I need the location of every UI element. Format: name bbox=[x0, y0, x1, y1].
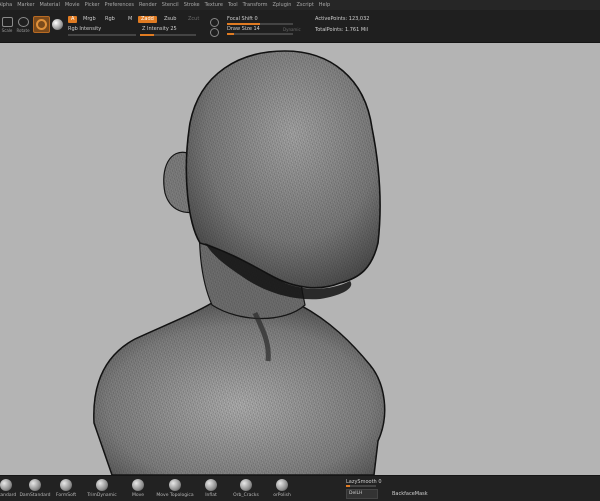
zcut-toggle[interactable]: Zcut bbox=[185, 16, 202, 23]
menu-marker[interactable]: Marker bbox=[17, 2, 34, 8]
draw-size-icon[interactable] bbox=[210, 28, 219, 37]
brush-orpolish[interactable]: orPolish bbox=[262, 476, 302, 501]
menu-picker[interactable]: Picker bbox=[85, 2, 100, 8]
backface-mask-toggle[interactable]: BackfaceMask bbox=[392, 491, 428, 497]
mrgb-toggle[interactable]: Mrgb bbox=[80, 16, 99, 23]
brush-label: FormSoft bbox=[55, 493, 77, 498]
menu-zscript[interactable]: Zscript bbox=[296, 2, 313, 8]
brush-formsoft[interactable]: FormSoft bbox=[46, 476, 86, 501]
menu-texture[interactable]: Texture bbox=[205, 2, 223, 8]
menu-help[interactable]: Help bbox=[319, 2, 330, 8]
del-hidden-button[interactable]: DelLH bbox=[346, 489, 378, 499]
brush-trimdynamic[interactable]: TrimDynamic bbox=[82, 476, 122, 501]
focal-shift-fill bbox=[227, 23, 260, 25]
brush-sphere-icon bbox=[205, 479, 217, 491]
menu-material[interactable]: Material bbox=[40, 2, 60, 8]
material-sphere-icon[interactable] bbox=[52, 19, 63, 30]
brush-shelf: StandardDamStandardFormSoftTrimDynamicMo… bbox=[0, 475, 600, 501]
rgb-intensity-slider[interactable] bbox=[68, 34, 136, 36]
active-points-readout: ActivePoints: 123,032 bbox=[315, 16, 370, 22]
brush-orb-cracks[interactable]: Orb_Cracks bbox=[226, 476, 266, 501]
z-intensity-fill bbox=[140, 34, 154, 36]
focal-shift-icon[interactable] bbox=[210, 18, 219, 27]
brush-label: TrimDynamic bbox=[87, 493, 117, 498]
a-toggle[interactable]: A bbox=[68, 16, 78, 23]
z-intensity-slider[interactable] bbox=[140, 34, 196, 36]
brush-sphere-icon bbox=[169, 479, 181, 491]
z-intensity-label: Z Intensity 25 bbox=[142, 26, 177, 32]
brush-sphere-icon bbox=[276, 479, 288, 491]
zadd-toggle[interactable]: Zadd bbox=[138, 16, 157, 23]
sculpt-model bbox=[93, 50, 386, 475]
menu-alpha[interactable]: Alpha bbox=[0, 2, 12, 8]
brush-label: Orb_Cracks bbox=[233, 493, 259, 498]
menu-tool[interactable]: Tool bbox=[228, 2, 238, 8]
top-toolbar: Scale Rotate A Mrgb Rgb M Rgb Intensity … bbox=[0, 10, 600, 43]
menu-stroke[interactable]: Stroke bbox=[184, 2, 200, 8]
brush-label: Standard bbox=[0, 493, 17, 498]
brush-inflat[interactable]: Inflat bbox=[191, 476, 231, 501]
menu-transform[interactable]: Transform bbox=[243, 2, 268, 8]
dynamic-toggle[interactable]: Dynamic bbox=[283, 27, 301, 32]
canvas-viewport[interactable] bbox=[0, 43, 600, 475]
brush-label: Move Topologica bbox=[156, 493, 194, 498]
rotate-button[interactable]: Rotate bbox=[16, 15, 30, 33]
menu-stencil[interactable]: Stencil bbox=[162, 2, 179, 8]
total-points-readout: TotalPoints: 1.761 Mil bbox=[315, 27, 368, 33]
brush-sphere-icon bbox=[132, 479, 144, 491]
zsub-toggle[interactable]: Zsub bbox=[161, 16, 179, 23]
brush-move[interactable]: Move bbox=[118, 476, 158, 501]
brush-label: Inflat bbox=[205, 493, 217, 498]
rgb-intensity-label: Rgb Intensity bbox=[68, 26, 102, 32]
lazy-smooth-fill bbox=[346, 485, 350, 487]
rotate-icon bbox=[17, 17, 29, 27]
draw-size-slider[interactable] bbox=[227, 33, 293, 35]
brush-sphere-icon bbox=[29, 479, 41, 491]
brush-sphere-icon bbox=[240, 479, 252, 491]
brush-sphere-icon bbox=[96, 479, 108, 491]
m-toggle[interactable]: M bbox=[125, 16, 135, 23]
brush-sphere-icon bbox=[0, 479, 12, 491]
scale-button[interactable]: Scale bbox=[0, 15, 14, 33]
brush-label: orPolish bbox=[273, 493, 291, 498]
draw-size-label: Draw Size 14 bbox=[227, 26, 260, 32]
chest-mesh bbox=[93, 300, 386, 475]
brush-move-topologica[interactable]: Move Topologica bbox=[155, 476, 195, 501]
scale-icon bbox=[1, 17, 13, 27]
lazy-smooth-slider[interactable] bbox=[346, 485, 376, 487]
menu-render[interactable]: Render bbox=[139, 2, 157, 8]
draw-size-fill bbox=[227, 33, 234, 35]
current-brush-button[interactable] bbox=[33, 16, 50, 33]
menu-zplugin[interactable]: Zplugin bbox=[273, 2, 292, 8]
focal-shift-label: Focal Shift 0 bbox=[227, 16, 258, 22]
menu-preferences[interactable]: Preferences bbox=[105, 2, 134, 8]
menu-bar: Alpha Marker Material Movie Picker Preference… bbox=[0, 0, 600, 10]
menu-movie[interactable]: Movie bbox=[65, 2, 80, 8]
brush-sphere-icon bbox=[60, 479, 72, 491]
brush-icon bbox=[36, 19, 47, 30]
brush-label: Move bbox=[131, 493, 145, 498]
rgb-toggle[interactable]: Rgb bbox=[102, 16, 118, 23]
focal-shift-slider[interactable] bbox=[227, 23, 293, 25]
